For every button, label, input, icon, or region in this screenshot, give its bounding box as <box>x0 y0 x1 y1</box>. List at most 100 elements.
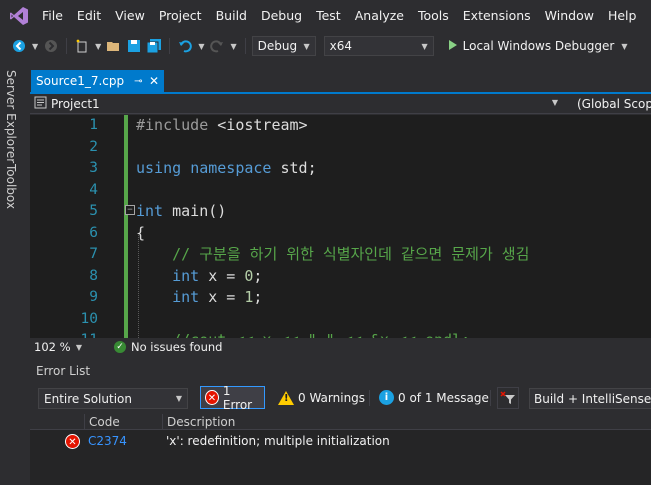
error-list-panel: Error List Entire Solution ▼ ✕ 1 Error !… <box>30 356 651 485</box>
messages-filter-button[interactable]: i 0 of 1 Message <box>375 386 493 409</box>
toolbar-separator <box>244 38 246 54</box>
filter-icon[interactable] <box>497 387 519 409</box>
error-list-title-bar[interactable]: Error List <box>30 356 651 380</box>
navigation-bar: Project1 ▼ (Global Scope <box>30 94 651 114</box>
navigate-back-icon[interactable] <box>10 36 28 56</box>
code-token: ; <box>253 266 263 285</box>
redo-icon[interactable] <box>208 36 226 56</box>
code-token: std; <box>271 159 317 177</box>
line-number: 11 <box>30 330 98 338</box>
collapse-icon[interactable]: − <box>125 205 135 215</box>
errors-filter-button[interactable]: ✕ 1 Error <box>200 383 265 412</box>
issues-indicator[interactable]: ✓ No issues found <box>88 340 222 354</box>
code-line: int x = 0; <box>136 266 262 288</box>
menu-build[interactable]: Build <box>209 0 254 32</box>
menu-view[interactable]: View <box>108 0 152 32</box>
line-number: 9 <box>89 289 98 305</box>
error-list-header: Code Description <box>30 414 651 430</box>
code-token: x = <box>199 288 245 306</box>
line-number: 5 <box>89 203 98 219</box>
line-number: 4 <box>89 181 98 198</box>
toolbar-separator <box>66 38 68 54</box>
menu-window[interactable]: Window <box>538 0 601 32</box>
start-debugging-button[interactable]: Local Windows Debugger ▼ <box>444 39 634 54</box>
error-scope-value: Entire Solution <box>44 391 132 406</box>
column-header-description[interactable]: Description <box>162 414 651 430</box>
errors-filter-label: 1 Error <box>222 383 253 412</box>
play-icon <box>448 39 458 54</box>
issues-text: No issues found <box>131 340 223 354</box>
menu-items: File Edit View Project Build Debug Test Analyze… <box>38 0 643 32</box>
code-token: namespace <box>190 159 272 177</box>
side-tool-strip: Server Explorer Toolbox <box>0 60 26 485</box>
line-number: 8 <box>89 267 98 284</box>
undo-icon[interactable] <box>176 36 194 56</box>
code-token: x = <box>199 266 245 285</box>
code-line: int main() <box>136 201 226 223</box>
solution-platform-dropdown[interactable]: x64 ▼ <box>323 36 434 56</box>
error-icon: ✕ <box>205 390 219 405</box>
close-icon[interactable]: ✕ <box>149 74 159 88</box>
save-icon[interactable] <box>125 36 143 56</box>
chevron-down-icon: ▼ <box>75 342 82 352</box>
scope-dropdown[interactable]: (Global Scope <box>577 94 651 114</box>
build-intellisense-dropdown[interactable]: Build + IntelliSense <box>529 388 651 409</box>
project-dropdown[interactable]: Project1 ▼ <box>34 94 558 114</box>
line-number: 6 <box>89 224 98 241</box>
save-all-icon[interactable] <box>145 36 163 56</box>
code-token: int <box>172 288 200 306</box>
chevron-down-icon[interactable]: ▼ <box>230 42 236 51</box>
tab-label: Source1_7.cpp <box>36 74 125 88</box>
error-code-link[interactable]: C2374 <box>88 434 127 448</box>
scope-value: (Global Scope <box>577 97 651 111</box>
line-number: 10 <box>80 310 98 327</box>
menu-analyze[interactable]: Analyze <box>348 0 411 32</box>
zoom-dropdown[interactable]: 102 % ▼ <box>30 340 88 354</box>
pin-icon[interactable]: ⊸ <box>134 76 142 87</box>
navigate-forward-icon[interactable] <box>42 36 60 56</box>
menu-debug[interactable]: Debug <box>254 0 309 32</box>
code-token: int <box>136 202 164 220</box>
menu-file[interactable]: File <box>38 0 70 32</box>
visual-studio-logo-icon[interactable] <box>0 0 38 32</box>
chevron-down-icon[interactable]: ▼ <box>95 42 101 51</box>
open-file-icon[interactable] <box>105 36 123 56</box>
solution-configuration-dropdown[interactable]: Debug ▼ <box>251 36 316 56</box>
line-number: 2 <box>89 138 98 155</box>
error-description: 'x': redefinition; multiple initializati… <box>166 434 390 448</box>
chevron-down-icon: ▼ <box>175 394 182 403</box>
server-explorer-tab[interactable]: Server Explorer <box>4 70 18 163</box>
menu-bar: File Edit View Project Build Debug Test Analyze… <box>0 0 651 32</box>
code-line: // 구분을 하기 위한 식별자인데 같으면 문제가 생김 <box>136 244 529 266</box>
chevron-down-icon: ▼ <box>551 98 558 107</box>
menu-extensions[interactable]: Extensions <box>456 0 538 32</box>
zoom-value: 102 % <box>34 340 71 354</box>
toolbox-tab[interactable]: Toolbox <box>4 164 18 209</box>
new-item-icon[interactable] <box>73 36 91 56</box>
column-header-code[interactable]: Code <box>84 414 164 430</box>
code-token: using <box>136 159 182 177</box>
menu-test[interactable]: Test <box>309 0 348 32</box>
code-token: ; <box>253 288 263 306</box>
project-icon <box>34 96 47 112</box>
change-tracking-bar <box>124 115 128 338</box>
tab-source1-7-cpp[interactable]: Source1_7.cpp ⊸ ✕ <box>31 70 164 92</box>
code-line: using namespace std; <box>136 158 317 180</box>
menu-tools[interactable]: Tools <box>411 0 456 32</box>
document-tabs: Source1_7.cpp ⊸ ✕ <box>26 70 651 92</box>
code-line: int x = 1; <box>136 287 262 309</box>
chevron-down-icon[interactable]: ▼ <box>198 42 204 51</box>
menu-edit[interactable]: Edit <box>70 0 108 32</box>
chevron-down-icon[interactable]: ▼ <box>32 42 38 51</box>
chevron-down-icon: ▼ <box>303 41 310 51</box>
error-icon: ✕ <box>65 434 80 449</box>
error-scope-dropdown[interactable]: Entire Solution ▼ <box>38 388 188 409</box>
warnings-filter-button[interactable]: ! 0 Warnings <box>274 386 369 409</box>
code-editor[interactable]: 1 2 3 4 5 6 7 8 9 10 11 − #include <iostream> using… <box>30 115 651 338</box>
build-intellisense-value: Build + IntelliSense <box>534 391 651 406</box>
menu-project[interactable]: Project <box>152 0 209 32</box>
chevron-down-icon[interactable]: ▼ <box>621 42 627 51</box>
table-row[interactable]: ✕ C2374 'x': redefinition; multiple init… <box>30 433 651 451</box>
code-token: int <box>172 266 200 285</box>
menu-help[interactable]: Help <box>601 0 644 32</box>
